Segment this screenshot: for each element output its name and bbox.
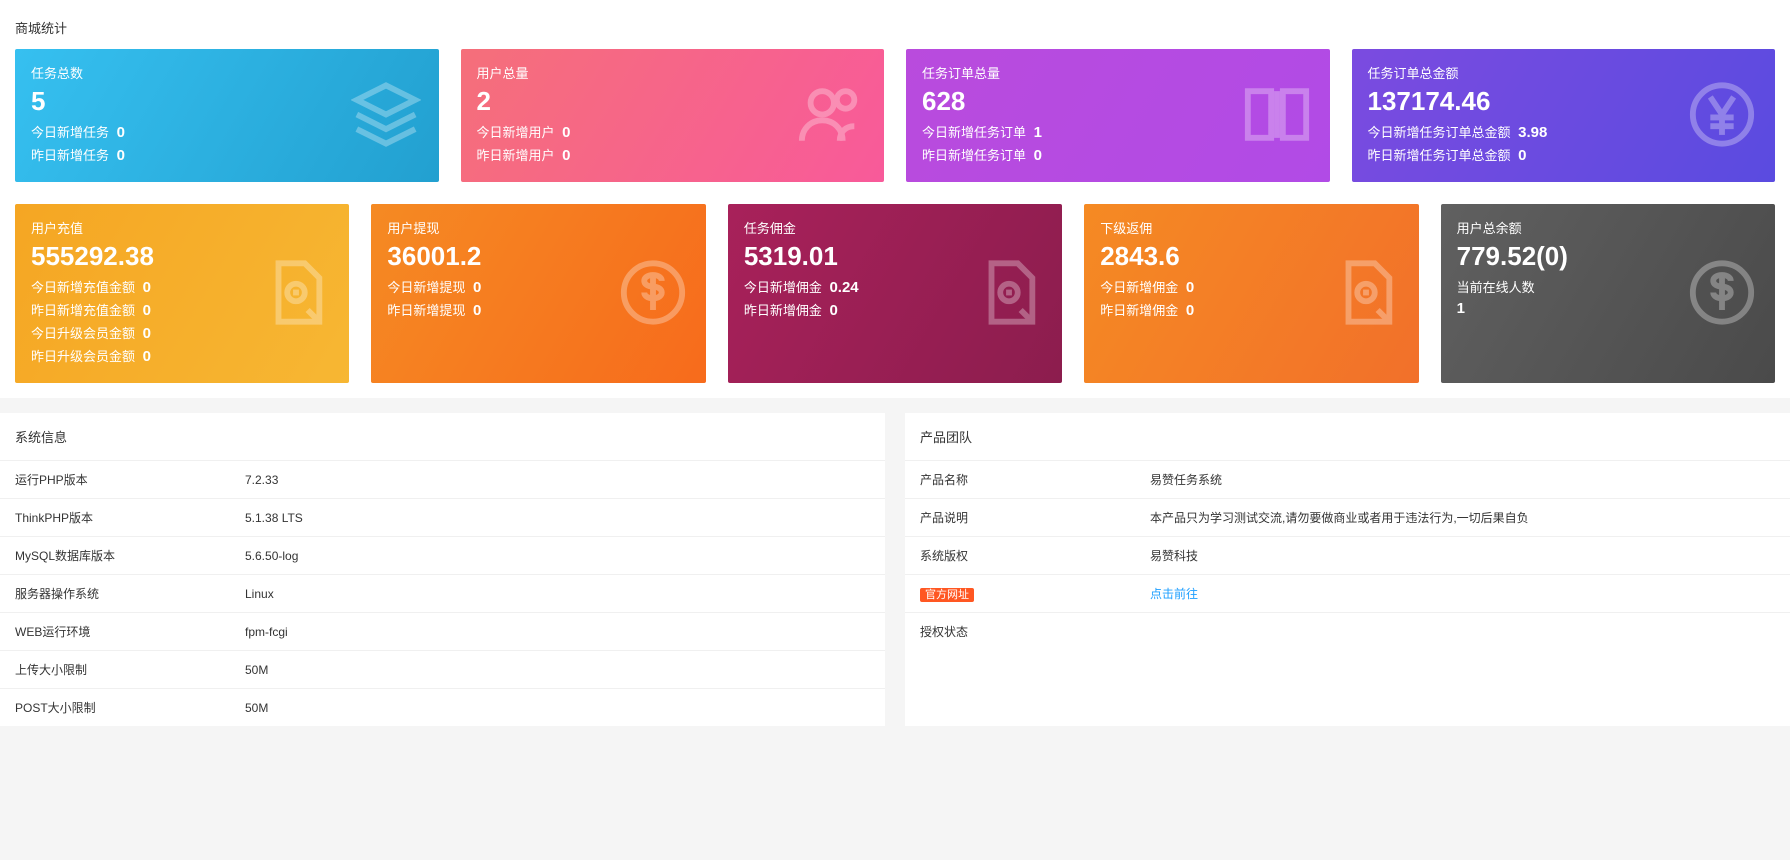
table-value: 易赞科技: [1135, 537, 1790, 575]
table-row: 产品说明本产品只为学习测试交流,请勿要做商业或者用于违法行为,一切后果自负: [905, 499, 1790, 537]
table-key: 上传大小限制: [0, 651, 230, 689]
table-row: POST大小限制50M: [0, 689, 885, 727]
card-title: 下级返佣: [1100, 218, 1402, 237]
card-title: 用户提现: [387, 218, 689, 237]
product-team-panel: 产品团队 产品名称易赞任务系统产品说明本产品只为学习测试交流,请勿要做商业或者用…: [905, 413, 1790, 726]
mall-stats-section: 商城统计 任务总数5今日新增任务 0昨日新增任务 0用户总量2今日新增用户 0昨…: [0, 0, 1790, 398]
table-key: 产品说明: [905, 499, 1135, 537]
users-icon: [796, 79, 866, 152]
stat-card: 用户提现36001.2今日新增提现 0昨日新增提现 0: [371, 204, 705, 383]
product-team-table: 产品名称易赞任务系统产品说明本产品只为学习测试交流,请勿要做商业或者用于违法行为…: [905, 460, 1790, 650]
product-team-title: 产品团队: [905, 413, 1790, 460]
system-info-panel: 系统信息 运行PHP版本7.2.33ThinkPHP版本5.1.38 LTSMy…: [0, 413, 885, 726]
table-value: Linux: [230, 575, 885, 613]
stat-card: 用户充值555292.38今日新增充值金额 0昨日新增充值金额 0今日升级会员金…: [15, 204, 349, 383]
table-key: 授权状态: [905, 613, 1135, 651]
card-line: 昨日升级会员金额 0: [31, 346, 333, 365]
table-row: 产品名称易赞任务系统: [905, 461, 1790, 499]
table-row: 系统版权易赞科技: [905, 537, 1790, 575]
dollar-icon: [618, 257, 688, 330]
badge: 官方网址: [920, 588, 974, 602]
table-value: 7.2.33: [230, 461, 885, 499]
table-row: WEB运行环境fpm-fcgi: [0, 613, 885, 651]
stat-card: 用户总余额779.52(0)当前在线人数1: [1441, 204, 1775, 383]
doc-icon: [261, 257, 331, 330]
system-info-table: 运行PHP版本7.2.33ThinkPHP版本5.1.38 LTSMySQL数据…: [0, 460, 885, 726]
card-title: 用户充值: [31, 218, 333, 237]
stat-card: 任务佣金5319.01今日新增佣金 0.24昨日新增佣金 0: [728, 204, 1062, 383]
doc-icon: [1331, 257, 1401, 330]
table-value: 本产品只为学习测试交流,请勿要做商业或者用于违法行为,一切后果自负: [1135, 499, 1790, 537]
table-value: 5.1.38 LTS: [230, 499, 885, 537]
table-row: 服务器操作系统Linux: [0, 575, 885, 613]
stat-card: 用户总量2今日新增用户 0昨日新增用户 0: [461, 49, 885, 182]
table-value: 易赞任务系统: [1135, 461, 1790, 499]
table-row: ThinkPHP版本5.1.38 LTS: [0, 499, 885, 537]
yen-icon: [1687, 79, 1757, 152]
table-value: 50M: [230, 689, 885, 727]
official-link[interactable]: 点击前往: [1150, 587, 1198, 601]
table-key: ThinkPHP版本: [0, 499, 230, 537]
table-key: 系统版权: [905, 537, 1135, 575]
table-value: 50M: [230, 651, 885, 689]
system-info-title: 系统信息: [0, 413, 885, 460]
table-row: 运行PHP版本7.2.33: [0, 461, 885, 499]
table-key: WEB运行环境: [0, 613, 230, 651]
table-row: MySQL数据库版本5.6.50-log: [0, 537, 885, 575]
stat-card: 任务总数5今日新增任务 0昨日新增任务 0: [15, 49, 439, 182]
stat-card: 任务订单总量628今日新增任务订单 1昨日新增任务订单 0: [906, 49, 1330, 182]
table-value: fpm-fcgi: [230, 613, 885, 651]
layers-icon: [351, 79, 421, 152]
doc-icon: [974, 257, 1044, 330]
table-value: [1135, 613, 1790, 651]
book-icon: [1242, 79, 1312, 152]
table-key: 产品名称: [905, 461, 1135, 499]
table-value: 点击前往: [1135, 575, 1790, 613]
dollar-icon: [1687, 257, 1757, 330]
table-key: MySQL数据库版本: [0, 537, 230, 575]
table-row: 官方网址 点击前往: [905, 575, 1790, 613]
table-key: POST大小限制: [0, 689, 230, 727]
mall-stats-title: 商城统计: [15, 10, 1775, 49]
stat-card: 下级返佣2843.6今日新增佣金 0昨日新增佣金 0: [1084, 204, 1418, 383]
table-key: 运行PHP版本: [0, 461, 230, 499]
stat-card: 任务订单总金额137174.46今日新增任务订单总金额 3.98昨日新增任务订单…: [1352, 49, 1776, 182]
table-key: 服务器操作系统: [0, 575, 230, 613]
card-title: 任务佣金: [744, 218, 1046, 237]
card-title: 用户总余额: [1457, 218, 1759, 237]
table-row: 授权状态: [905, 613, 1790, 651]
table-key: 官方网址: [905, 575, 1135, 613]
table-value: 5.6.50-log: [230, 537, 885, 575]
table-row: 上传大小限制50M: [0, 651, 885, 689]
